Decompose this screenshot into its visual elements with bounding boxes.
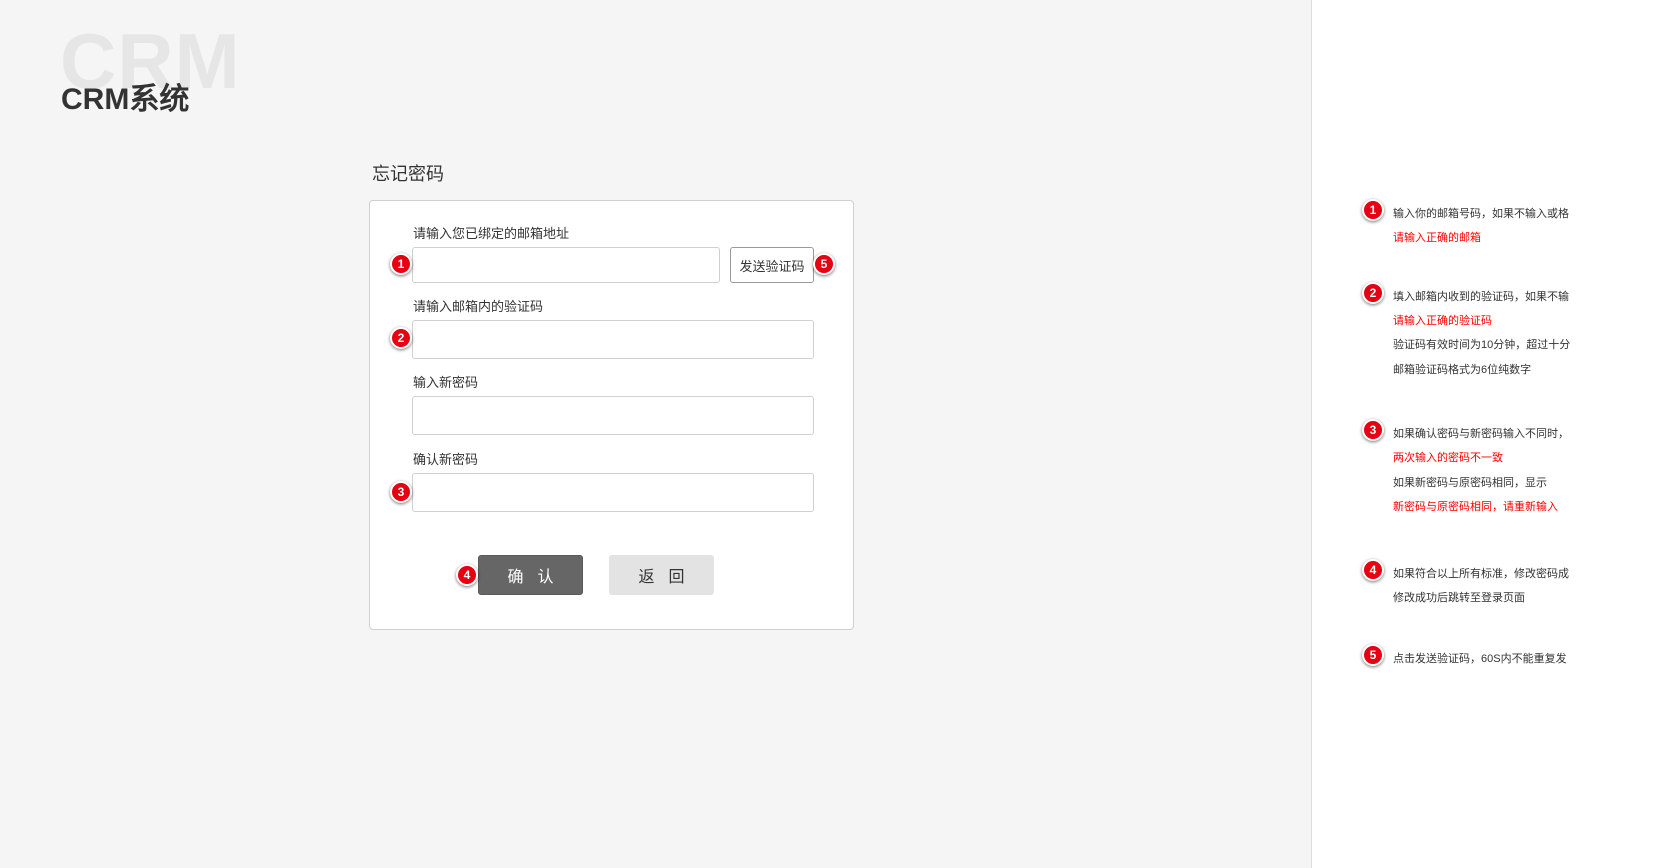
note-1-text: 输入你的邮箱号码，如果不输入或格	[1393, 208, 1569, 220]
note-3-error-mismatch: 两次输入的密码不一致	[1393, 452, 1503, 464]
note-2-format: 邮箱验证码格式为6位纯数字	[1393, 364, 1532, 376]
note-4-text: 如果符合以上所有标准，修改密码成	[1393, 568, 1569, 580]
annotation-marker-5: 5	[813, 253, 835, 275]
forgot-password-card: 请输入您已绑定的邮箱地址 发送验证码 请输入邮箱内的验证码 输入新密码 确认新密…	[369, 200, 854, 630]
note-2-validity: 验证码有效时间为10分钟，超过十分	[1393, 339, 1571, 351]
note-marker-5: 5	[1362, 644, 1384, 666]
annotation-marker-1: 1	[390, 253, 412, 275]
code-label: 请输入邮箱内的验证码	[413, 299, 544, 314]
send-code-button[interactable]: 发送验证码	[730, 247, 814, 283]
annotation-marker-2: 2	[390, 327, 412, 349]
confirm-password-input[interactable]	[412, 473, 814, 512]
new-password-input[interactable]	[412, 396, 814, 435]
email-input[interactable]	[412, 247, 720, 283]
annotation-marker-4: 4	[456, 564, 478, 586]
verification-code-input[interactable]	[412, 320, 814, 359]
note-marker-2: 2	[1362, 282, 1384, 304]
new-password-label: 输入新密码	[413, 375, 479, 390]
note-marker-3: 3	[1362, 419, 1384, 441]
note-1-error: 请输入正确的邮箱	[1393, 232, 1481, 244]
note-3-error-same: 新密码与原密码相同，请重新输入	[1393, 501, 1558, 513]
confirm-password-label: 确认新密码	[413, 452, 479, 467]
note-marker-4: 4	[1362, 559, 1384, 581]
note-3-same-password: 如果新密码与原密码相同，显示	[1393, 477, 1547, 489]
note-3-text: 如果确认密码与新密码输入不同时，	[1393, 428, 1569, 440]
main-panel: CRM CRM系统 忘记密码 请输入您已绑定的邮箱地址 发送验证码 请输入邮箱内…	[0, 0, 1311, 868]
annotation-marker-3: 3	[390, 481, 412, 503]
annotation-notes-panel: 1 输入你的邮箱号码，如果不输入或格 请输入正确的邮箱 2 填入邮箱内收到的验证…	[1312, 0, 1668, 868]
note-5-text: 点击发送验证码，60S内不能重复发	[1393, 653, 1567, 665]
page-canvas: CRM CRM系统 忘记密码 请输入您已绑定的邮箱地址 发送验证码 请输入邮箱内…	[0, 0, 1668, 868]
note-2-text: 填入邮箱内收到的验证码，如果不输	[1393, 291, 1569, 303]
page-title: 忘记密码	[372, 164, 444, 184]
note-4-redirect: 修改成功后跳转至登录页面	[1393, 592, 1525, 604]
back-button[interactable]: 返回	[609, 555, 714, 595]
note-2-error: 请输入正确的验证码	[1393, 315, 1492, 327]
app-title: CRM系统	[61, 83, 190, 116]
note-marker-1: 1	[1362, 199, 1384, 221]
email-label: 请输入您已绑定的邮箱地址	[413, 226, 570, 241]
confirm-button[interactable]: 确认	[478, 555, 583, 595]
